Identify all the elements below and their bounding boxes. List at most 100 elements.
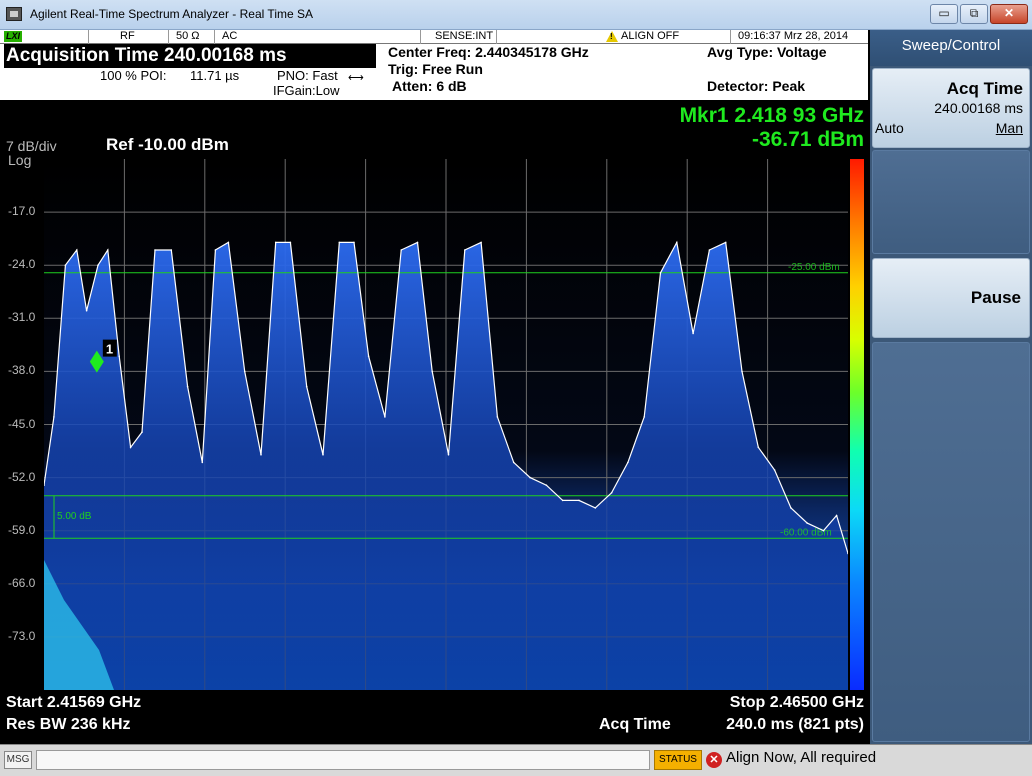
minimize-button[interactable]: ▭ xyxy=(930,4,958,24)
softkey-menu-title: Sweep/Control xyxy=(870,30,1032,66)
poi-value: 11.71 µs xyxy=(190,68,240,83)
threshold-line-label: -25.00 dBm xyxy=(788,262,840,273)
stop-frequency[interactable]: Stop 2.46500 GHz xyxy=(730,694,864,712)
threshold-line-label: -60.00 dBm xyxy=(780,527,832,538)
resolution-bandwidth[interactable]: Res BW 236 kHz xyxy=(6,716,131,734)
pause-softkey[interactable]: Pause xyxy=(872,258,1030,338)
y-tick-label: -31.0 xyxy=(8,310,36,325)
trace-point xyxy=(129,446,132,449)
trace-point xyxy=(141,431,143,433)
manual-option: Man xyxy=(995,120,1023,136)
acquisition-time-title: Acquisition Time 240.00168 ms xyxy=(4,44,376,68)
divider xyxy=(214,30,215,44)
trace-point xyxy=(260,454,262,456)
trace-point xyxy=(512,461,515,464)
trace-point xyxy=(186,385,189,388)
trace-point xyxy=(400,249,403,251)
detector-label[interactable]: Detector: Peak xyxy=(707,79,805,94)
spectrum-plot[interactable]: -25.00 dBm -60.00 dBm 5.00 dB 1 xyxy=(44,159,848,690)
coupling-label: AC xyxy=(222,30,238,42)
message-bar: MSG STATUS ✕ Align Now, All required xyxy=(0,744,1032,776)
status-button[interactable]: STATUS xyxy=(654,750,702,770)
trace-point xyxy=(529,476,531,479)
trace-point xyxy=(76,249,78,251)
y-tick-label: -52.0 xyxy=(8,469,36,484)
lxi-badge: LXI xyxy=(4,31,23,42)
trace-point xyxy=(464,249,466,251)
marker-frequency-readout: Mkr1 2.418 93 GHz xyxy=(679,104,864,127)
message-field xyxy=(36,750,650,770)
error-icon: ✕ xyxy=(706,752,722,768)
sense-label: SENSE:INT xyxy=(435,30,494,42)
density-color-bar xyxy=(850,159,864,690)
trace-point xyxy=(170,249,173,251)
trace-point xyxy=(416,241,419,244)
trace-point xyxy=(741,370,743,373)
divider xyxy=(88,30,89,44)
trace-point xyxy=(594,507,597,509)
start-frequency[interactable]: Start 2.41569 GHz xyxy=(6,694,141,712)
reference-level[interactable]: Ref -10.00 dBm xyxy=(106,135,229,155)
y-tick-label: -38.0 xyxy=(8,363,36,378)
trace-point xyxy=(643,416,645,418)
trace-point xyxy=(431,370,434,373)
trace-point xyxy=(322,454,324,456)
marker-label: 1 xyxy=(106,342,113,357)
marker-amplitude-readout: -36.71 dBm xyxy=(751,128,864,151)
trace-point xyxy=(289,241,292,244)
trace-point xyxy=(610,492,613,494)
trace-point xyxy=(790,507,792,509)
y-tick-label: -17.0 xyxy=(8,204,36,219)
acq-time-value: 240.0 ms (821 pts) xyxy=(726,716,864,733)
trace-point xyxy=(757,446,760,449)
maximize-button[interactable]: ⧉ xyxy=(960,4,988,24)
trace-point xyxy=(480,241,482,244)
trace-point xyxy=(773,469,776,471)
pause-softkey-label: Pause xyxy=(970,288,1021,307)
trace-point xyxy=(201,461,204,464)
trace-point xyxy=(367,355,370,357)
app-icon xyxy=(6,7,22,21)
trigger-arrow-icon: ⟷ xyxy=(348,72,364,84)
trace-point xyxy=(384,416,386,418)
acq-time-softkey[interactable]: Acq Time 240.00168 ms Auto Man xyxy=(872,68,1030,148)
trace-point xyxy=(835,514,838,517)
trace-point xyxy=(708,249,711,251)
auto-option: Auto xyxy=(875,120,904,136)
divider xyxy=(420,30,421,44)
delta-label: 5.00 dB xyxy=(57,511,92,522)
pno-label: PNO: Fast xyxy=(277,68,338,83)
divider xyxy=(168,30,169,44)
divider xyxy=(730,30,731,44)
center-freq-label[interactable]: Center Freq: 2.440345178 GHz xyxy=(388,45,589,60)
log-scale-label: Log xyxy=(8,152,32,168)
msg-label: MSG xyxy=(4,751,32,769)
warning-icon xyxy=(606,31,618,42)
blank-softkey xyxy=(872,342,1030,742)
status-strip: LXI RF 50 Ω AC SENSE:INT ALIGN OFF 09:16… xyxy=(0,30,868,44)
datetime: 09:16:37 Mrz 28, 2014 xyxy=(738,30,849,42)
trace-point xyxy=(578,499,580,502)
trace-point xyxy=(154,249,156,251)
trace-point xyxy=(274,241,277,244)
window-title: Agilent Real-Time Spectrum Analyzer - Re… xyxy=(30,7,313,21)
close-button[interactable]: ✕ xyxy=(990,4,1028,24)
avg-type-label[interactable]: Avg Type: Voltage xyxy=(707,45,827,60)
title-bar: Agilent Real-Time Spectrum Analyzer - Re… xyxy=(0,0,1032,30)
trace-point xyxy=(97,264,99,266)
trace-point xyxy=(305,385,308,388)
trace-point xyxy=(659,272,662,274)
divider xyxy=(496,30,497,44)
acq-time-label: Acq Time xyxy=(599,716,671,733)
trace-point xyxy=(692,332,694,335)
trace-point xyxy=(545,484,548,487)
y-tick-label: -59.0 xyxy=(8,522,36,537)
trace-point xyxy=(118,355,120,357)
trigger-label[interactable]: Trig: Free Run xyxy=(388,62,483,77)
trace-point xyxy=(64,264,67,266)
attenuation-label[interactable]: Atten: 6 dB xyxy=(392,79,467,94)
y-tick-label: -45.0 xyxy=(8,416,36,431)
measurement-info-panel: Acquisition Time 240.00168 ms 100 % POI:… xyxy=(0,44,868,100)
blank-softkey xyxy=(872,150,1030,254)
trace-point xyxy=(53,416,55,418)
